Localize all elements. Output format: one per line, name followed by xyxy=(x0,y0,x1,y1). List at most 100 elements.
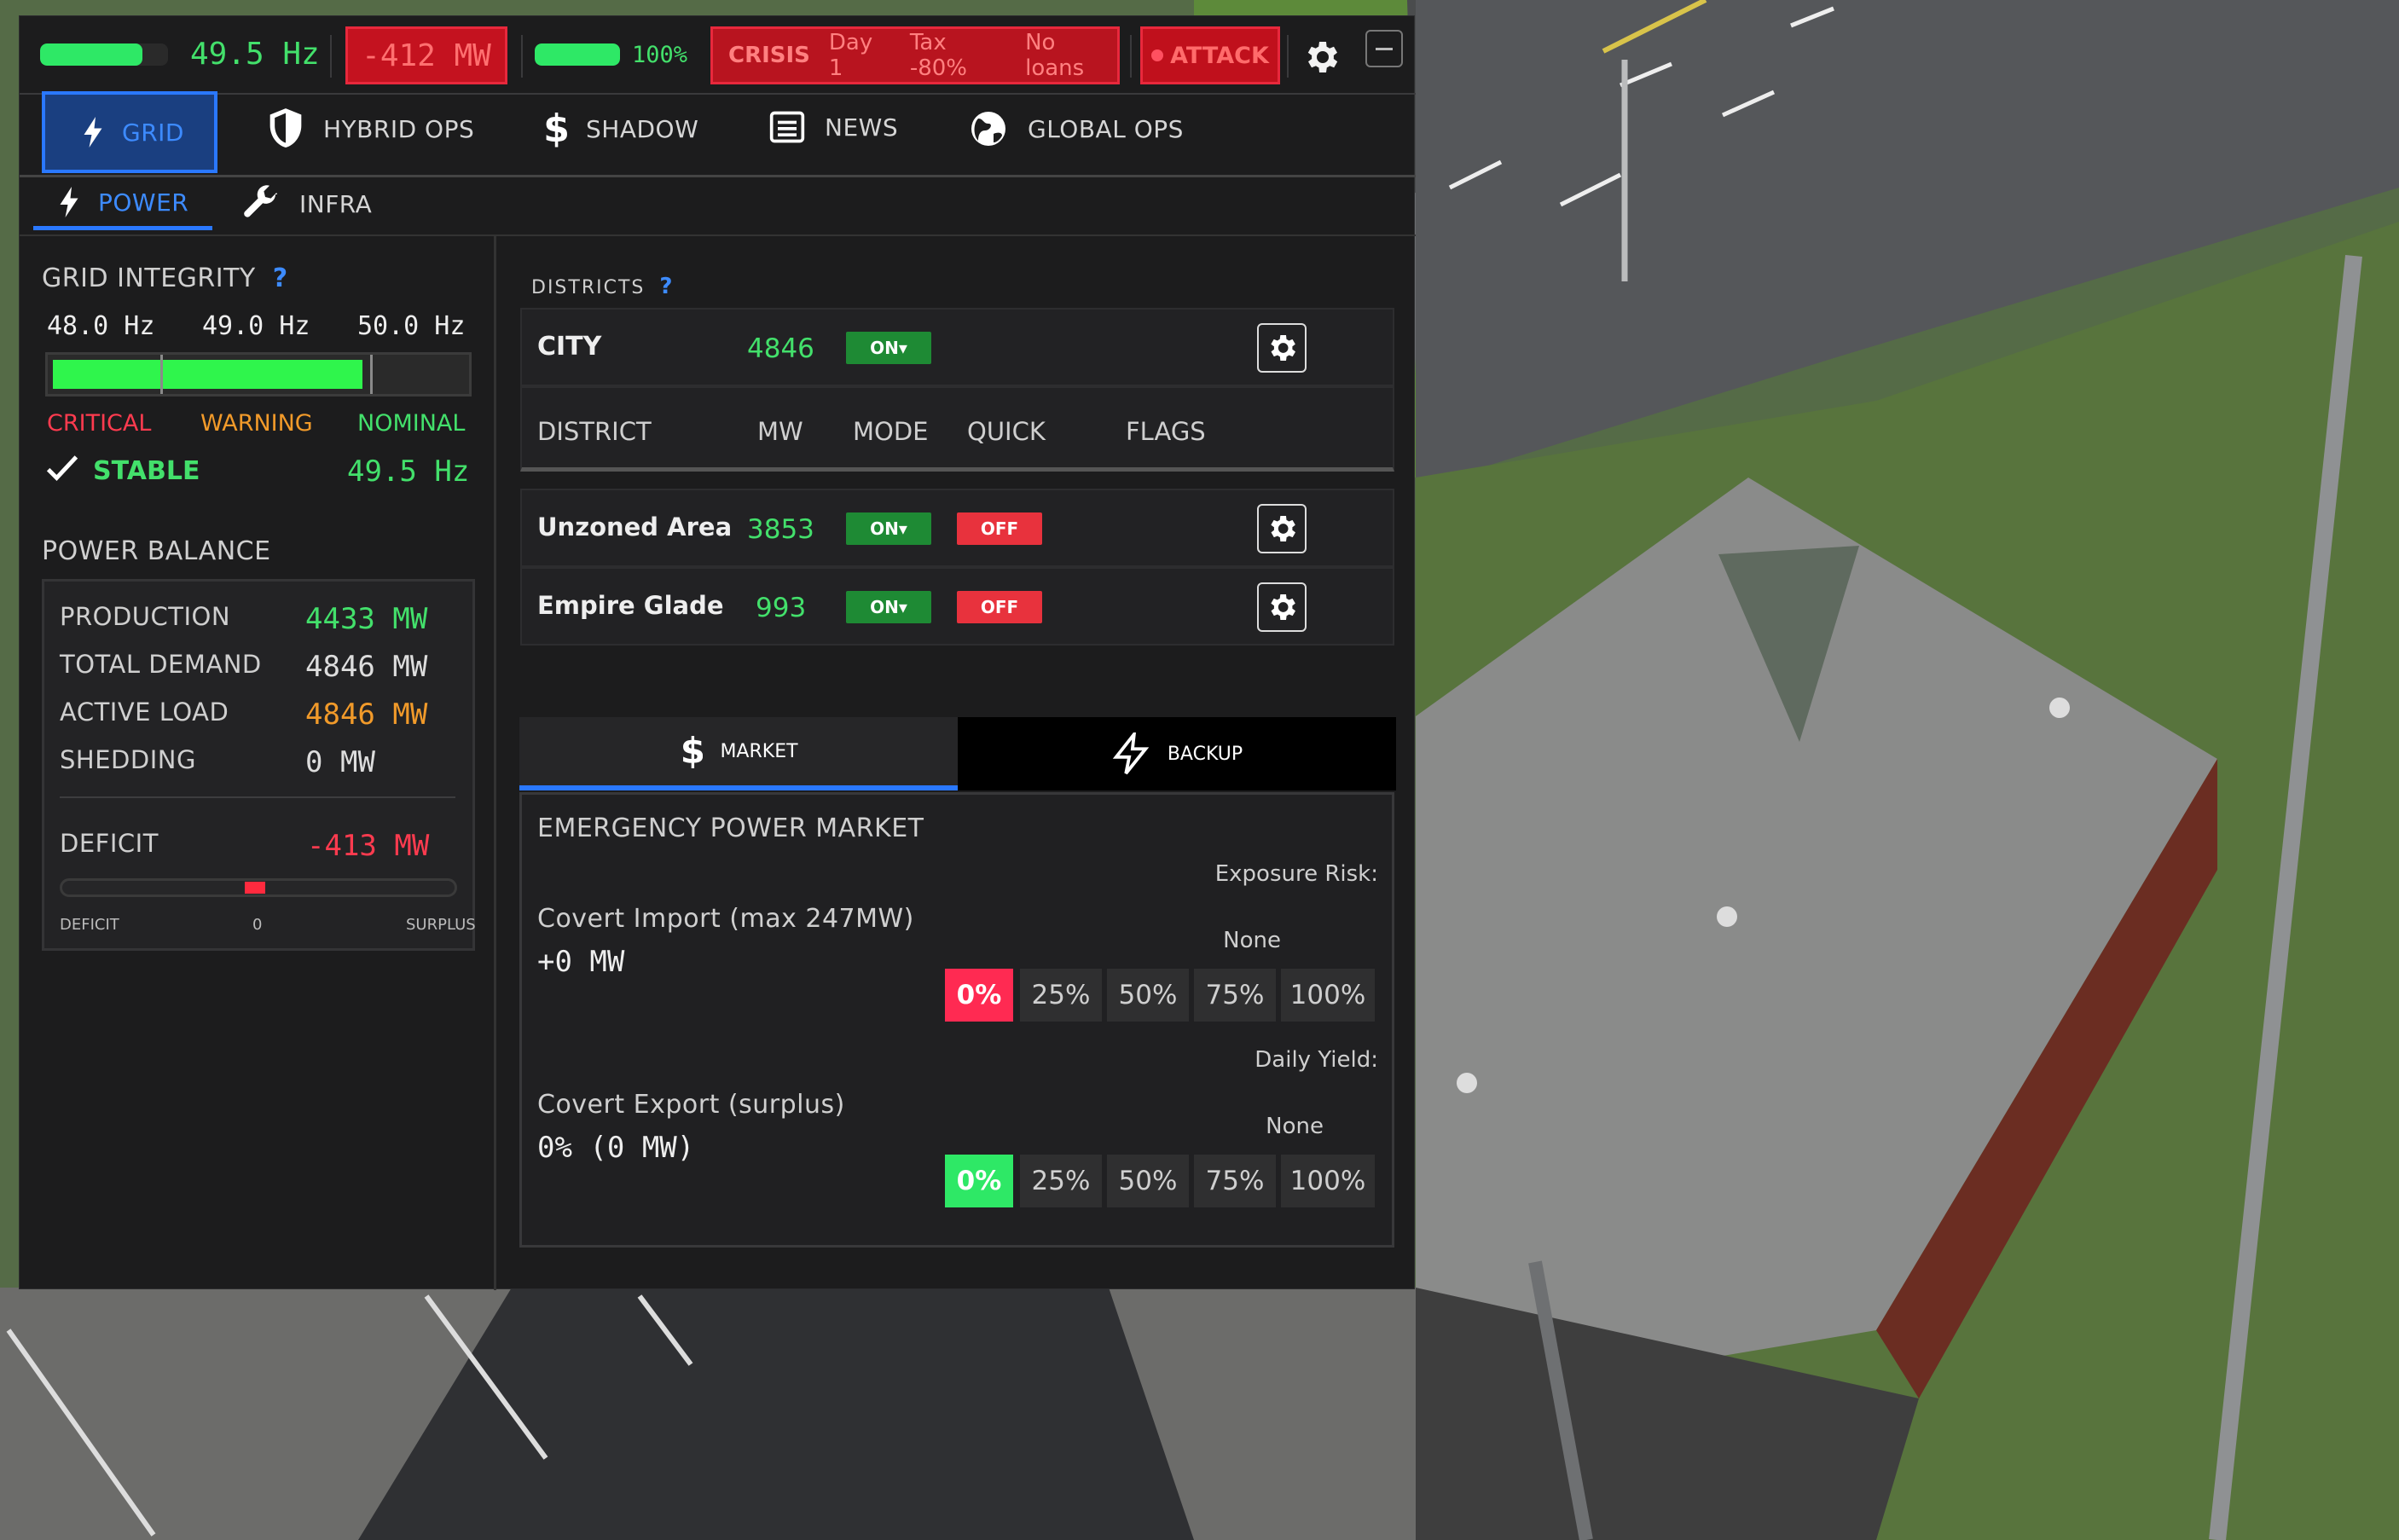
svg-text:$: $ xyxy=(681,731,703,772)
covert-export-value: 0% (0 MW) xyxy=(537,1131,695,1165)
export-pct-75[interactable]: 75% xyxy=(1194,1155,1276,1207)
deficit-marker xyxy=(245,882,265,894)
gear-icon xyxy=(1271,516,1295,541)
frequency-bar-fill xyxy=(40,43,142,66)
slider-label-surplus: SURPLUS xyxy=(406,916,476,934)
exposure-risk-value: None xyxy=(1223,928,1281,953)
mw-delta-value: -412 MW xyxy=(362,38,491,73)
covert-export-label: Covert Export (surplus) xyxy=(537,1090,845,1120)
bolt-icon xyxy=(84,117,102,148)
battery-bar xyxy=(535,43,620,66)
import-pct-75[interactable]: 75% xyxy=(1194,969,1276,1022)
import-pct-0[interactable]: 0% xyxy=(945,969,1013,1022)
district-row-city[interactable]: CITY 4846 ON▾ xyxy=(520,308,1394,386)
help-icon[interactable]: ? xyxy=(273,263,288,293)
total-demand-value: 4846 MW xyxy=(305,650,428,684)
grid-integrity-fill xyxy=(53,360,362,389)
crisis-label: CRISIS xyxy=(728,43,810,68)
tab-shadow[interactable]: $ SHADOW xyxy=(542,108,698,149)
help-icon[interactable]: ? xyxy=(659,274,674,299)
slider-label-deficit: DEFICIT xyxy=(60,916,119,934)
shedding-value: 0 MW xyxy=(305,745,375,779)
import-pct-25[interactable]: 25% xyxy=(1020,969,1102,1022)
tab-hybrid-ops[interactable]: HYBRID OPS xyxy=(267,108,474,149)
bolt-outline-icon xyxy=(1112,732,1150,775)
quick-off-button[interactable]: OFF xyxy=(957,512,1042,545)
integrity-value: 49.5 Hz xyxy=(347,454,470,489)
import-pct-100[interactable]: 100% xyxy=(1281,969,1375,1022)
power-balance-title: POWER BALANCE xyxy=(42,536,271,566)
frequency-bar xyxy=(40,43,168,66)
active-load-label: ACTIVE LOAD xyxy=(60,698,229,727)
header-mw: MW xyxy=(757,417,803,446)
gear-icon xyxy=(1271,335,1295,361)
wrench-icon xyxy=(244,185,277,217)
tab-global-ops[interactable]: GLOBAL OPS xyxy=(968,108,1184,149)
gear-icon xyxy=(1271,594,1295,620)
export-pct-25[interactable]: 25% xyxy=(1020,1155,1102,1207)
header-mode: MODE xyxy=(853,417,929,446)
slider-label-zero: 0 xyxy=(252,916,263,934)
crisis-loans: No loans xyxy=(1025,30,1085,81)
scale-label-max: 50.0 Hz xyxy=(357,311,466,341)
district-mw: 4846 xyxy=(747,333,814,364)
districts-title: DISTRICTS ? xyxy=(531,274,675,299)
battery-percent: 100% xyxy=(632,42,688,68)
subtab-power-underline xyxy=(33,226,212,230)
exposure-risk-label: Exposure Risk: xyxy=(1214,861,1378,887)
integrity-status: STABLE xyxy=(93,456,200,486)
battery-bar-fill xyxy=(535,43,620,66)
tab-news[interactable]: NEWS xyxy=(768,108,898,146)
grid-integrity-title: GRID INTEGRITY ? xyxy=(42,263,288,293)
tab-market[interactable]: $ MARKET xyxy=(519,717,958,790)
district-row[interactable]: Empire Glade 993 ON▾ OFF xyxy=(520,567,1394,646)
deficit-label: DEFICIT xyxy=(60,829,159,858)
minimize-button[interactable] xyxy=(1365,30,1403,67)
deficit-value: -413 MW xyxy=(307,829,430,863)
dollar-icon: $ xyxy=(681,731,703,772)
deficit-surplus-slider xyxy=(60,878,457,897)
district-name: CITY xyxy=(537,332,602,362)
mode-dropdown[interactable]: ON▾ xyxy=(846,512,931,545)
globe-icon xyxy=(971,112,1005,146)
grid-integrity-bar xyxy=(45,352,472,397)
export-pct-100[interactable]: 100% xyxy=(1281,1155,1375,1207)
district-settings-button[interactable] xyxy=(1257,582,1307,632)
district-table-header: DISTRICT MW MODE QUICK FLAGS xyxy=(520,386,1394,472)
mw-delta-badge: -412 MW xyxy=(345,26,507,84)
district-settings-button[interactable] xyxy=(1257,323,1307,373)
covert-import-label: Covert Import (max 247MW) xyxy=(537,904,914,934)
zone-critical: CRITICAL xyxy=(47,410,152,437)
quick-off-button[interactable]: OFF xyxy=(957,591,1042,623)
warning-marker xyxy=(160,355,163,394)
district-name: Unzoned Area xyxy=(537,512,733,541)
crisis-banner: CRISIS Day 1 Tax -80% No loans xyxy=(710,26,1120,84)
export-pct-0[interactable]: 0% xyxy=(945,1155,1013,1207)
production-value: 4433 MW xyxy=(305,602,428,636)
tab-backup[interactable]: BACKUP xyxy=(958,717,1396,790)
covert-import-value: +0 MW xyxy=(537,945,625,979)
record-dot-icon xyxy=(1151,49,1164,61)
mode-dropdown[interactable]: ON▾ xyxy=(846,332,931,364)
subtab-power[interactable]: POWER xyxy=(59,187,188,217)
header-district: DISTRICT xyxy=(537,417,652,446)
crisis-tax: Tax -80% xyxy=(909,30,967,81)
district-row[interactable]: Unzoned Area 3853 ON▾ OFF xyxy=(520,489,1394,567)
crisis-day: Day 1 xyxy=(828,30,873,81)
district-settings-button[interactable] xyxy=(1257,504,1307,553)
frequency-readout: 49.5 Hz xyxy=(190,37,320,72)
emergency-market-box: EMERGENCY POWER MARKET Exposure Risk: Co… xyxy=(519,792,1394,1248)
district-mw: 993 xyxy=(756,593,807,623)
scale-label-min: 48.0 Hz xyxy=(47,311,155,341)
mode-dropdown[interactable]: ON▾ xyxy=(846,591,931,623)
import-pct-50[interactable]: 50% xyxy=(1107,969,1189,1022)
attack-button[interactable]: ATTACK xyxy=(1140,26,1280,84)
dollar-icon: $ xyxy=(543,108,567,149)
minus-icon xyxy=(1376,48,1393,50)
gear-icon[interactable] xyxy=(1301,37,1341,78)
zone-warning: WARNING xyxy=(200,410,313,437)
subtab-infra[interactable]: INFRA xyxy=(240,183,372,224)
power-balance-box: PRODUCTION 4433 MW TOTAL DEMAND 4846 MW … xyxy=(42,579,476,951)
total-demand-label: TOTAL DEMAND xyxy=(60,650,262,679)
export-pct-50[interactable]: 50% xyxy=(1107,1155,1189,1207)
